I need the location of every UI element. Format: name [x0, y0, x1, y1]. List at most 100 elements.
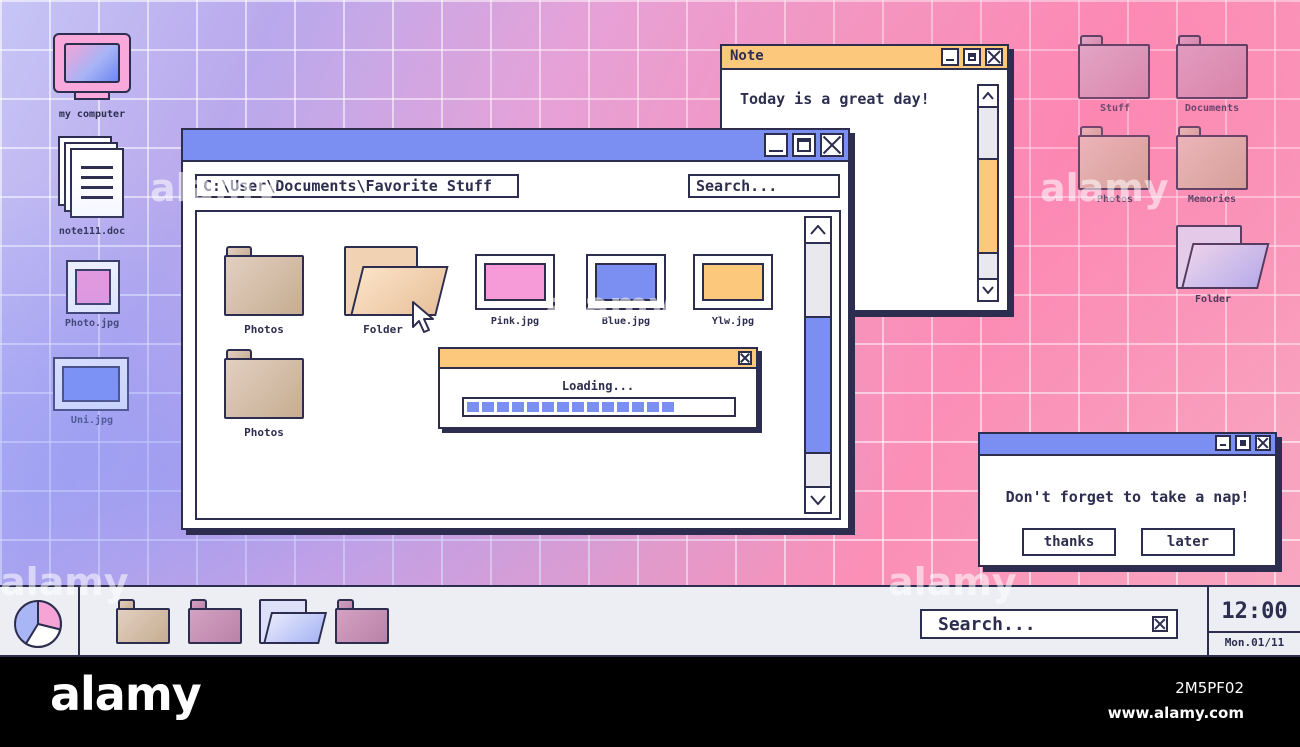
watermark-text: alamy	[0, 560, 129, 604]
reminder-titlebar[interactable]	[980, 434, 1275, 456]
image-thumbnail-icon	[53, 357, 129, 411]
clear-search-button[interactable]	[1152, 616, 1168, 632]
file-label: Photos	[244, 426, 284, 439]
folder-icon	[224, 246, 304, 316]
taskbar-open-folder-icon[interactable]	[259, 599, 328, 644]
note-scrollbar[interactable]	[977, 84, 999, 302]
watermark-text: alamy	[1040, 166, 1169, 210]
explorer-window: C:\User\Documents\Favorite Stuff Search.…	[181, 128, 850, 530]
loading-titlebar[interactable]	[440, 349, 756, 369]
progress-segment	[482, 402, 494, 412]
image-thumbnail-icon	[475, 254, 555, 310]
image-thumbnail-icon	[66, 260, 120, 314]
watermark-text: alamy	[888, 560, 1017, 604]
progress-fill	[467, 402, 674, 412]
progress-segment	[527, 402, 539, 412]
progress-segment	[542, 402, 554, 412]
file-item-ylw-jpg[interactable]: Ylw.jpg	[693, 254, 775, 332]
progress-segment	[617, 402, 629, 412]
note-text: Today is a great day!	[740, 90, 930, 108]
document-stack-icon	[58, 136, 124, 218]
clock-date: Mon.01/11	[1224, 636, 1285, 649]
explorer-search-input[interactable]: Search...	[688, 174, 840, 198]
desktop-icon-label: Documents	[1184, 103, 1240, 114]
progress-segment	[572, 402, 584, 412]
desktop-icon-documents[interactable]: Documents	[1172, 35, 1252, 117]
progress-segment	[587, 402, 599, 412]
watermark-band: alamy 2M5PF02 www.alamy.com	[0, 657, 1300, 747]
cursor-arrow-icon	[412, 301, 434, 333]
minimize-button[interactable]	[941, 48, 959, 66]
progress-segment	[632, 402, 644, 412]
open-folder-icon	[1176, 225, 1270, 289]
scroll-down-arrow[interactable]	[979, 278, 997, 300]
scroll-down-arrow[interactable]	[806, 486, 830, 512]
progress-segment	[497, 402, 509, 412]
file-item-photos-2[interactable]: Photos	[221, 349, 305, 439]
explorer-scrollbar[interactable]	[804, 216, 832, 514]
taskbar: Search... 12:00 Mon.01/11	[0, 585, 1300, 657]
scroll-thumb[interactable]	[979, 158, 997, 254]
maximize-button[interactable]	[792, 133, 816, 157]
file-item-photos[interactable]: Photos	[221, 246, 305, 336]
close-button[interactable]	[738, 351, 752, 365]
desktop-icon-label: Photo.jpg	[64, 318, 120, 329]
progress-segment	[647, 402, 659, 412]
desktop-icon-label: note111.doc	[58, 226, 126, 237]
maximize-button[interactable]	[963, 48, 981, 66]
explorer-titlebar[interactable]	[183, 130, 848, 162]
minimize-button[interactable]	[1215, 435, 1231, 451]
watermark-logo: alamy	[50, 667, 202, 721]
desktop-icon-note-doc[interactable]: note111.doc	[52, 136, 132, 241]
desktop-icon-label: Folder	[1194, 294, 1232, 305]
desktop-icon-label: Stuff	[1099, 103, 1131, 114]
scroll-thumb[interactable]	[806, 316, 830, 454]
loading-dialog: Loading...	[438, 347, 758, 429]
watermark-site: www.alamy.com	[1107, 704, 1244, 722]
watermark-image-id: 2M5PF02	[1175, 679, 1244, 697]
clock-panel[interactable]: 12:00 Mon.01/11	[1207, 587, 1300, 655]
minimize-button[interactable]	[764, 133, 788, 157]
close-button[interactable]	[1255, 435, 1271, 451]
progress-segment	[467, 402, 479, 412]
note-titlebar[interactable]: Note	[722, 46, 1007, 70]
loading-text: Loading...	[561, 379, 635, 393]
taskbar-folder-icon[interactable]	[116, 599, 170, 644]
desktop-icon-folder[interactable]: Folder	[1172, 225, 1270, 310]
file-item-folder[interactable]: Folder	[341, 246, 449, 336]
desktop-icon-label: my computer	[58, 109, 126, 120]
image-thumbnail-icon	[693, 254, 773, 310]
progress-segment	[557, 402, 569, 412]
desktop-icon-uni-jpg[interactable]: Uni.jpg	[52, 355, 132, 430]
file-label: Photos	[244, 323, 284, 336]
thanks-button[interactable]: thanks	[1022, 528, 1116, 556]
taskbar-folder-icon[interactable]	[188, 599, 242, 644]
maximize-button[interactable]	[1235, 435, 1251, 451]
taskbar-folder-icon[interactable]	[335, 599, 389, 644]
file-label: Ylw.jpg	[711, 316, 755, 327]
scroll-up-arrow[interactable]	[806, 218, 830, 244]
close-button[interactable]	[820, 133, 844, 157]
search-placeholder: Search...	[938, 614, 1036, 635]
computer-icon	[53, 33, 131, 93]
desktop-icon-stuff[interactable]: Stuff	[1075, 35, 1155, 117]
desktop-icon-label: Memories	[1187, 194, 1237, 205]
file-label: Pink.jpg	[490, 316, 540, 327]
folder-icon	[1078, 35, 1150, 99]
close-button[interactable]	[985, 48, 1003, 66]
progress-segment	[512, 402, 524, 412]
desktop-icon-photo-jpg[interactable]: Photo.jpg	[52, 258, 132, 333]
desktop-icon-memories[interactable]: Memories	[1172, 126, 1252, 208]
progress-bar	[462, 397, 736, 417]
later-button[interactable]: later	[1141, 528, 1235, 556]
taskbar-search-input[interactable]: Search...	[920, 609, 1178, 639]
folder-icon	[1176, 35, 1248, 99]
note-title: Note	[730, 48, 764, 64]
scroll-up-arrow[interactable]	[979, 86, 997, 108]
reminder-message: Don't forget to take a nap!	[1005, 488, 1250, 506]
progress-segment	[662, 402, 674, 412]
desktop-icon-my-computer[interactable]: my computer	[50, 33, 134, 125]
reminder-dialog: Don't forget to take a nap! thanks later	[978, 432, 1277, 567]
clock-time: 12:00	[1209, 591, 1300, 633]
watermark-text: alamy	[150, 166, 279, 210]
